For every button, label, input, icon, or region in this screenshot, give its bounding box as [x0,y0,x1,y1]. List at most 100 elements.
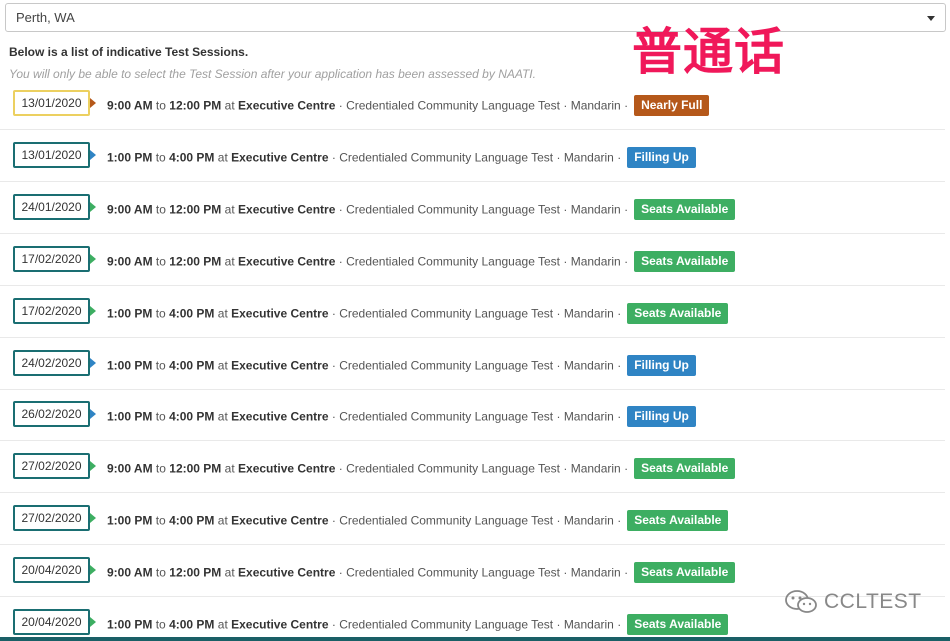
session-row[interactable]: 17/02/2020 1:00 PM to 4:00 PM at Executiv… [0,286,945,338]
caret-down-icon [927,16,935,21]
status-badge: Seats Available [634,562,736,584]
separator-dot: · [331,358,336,373]
session-date: 13/01/2020 [21,147,82,162]
session-venue: Executive Centre [238,461,336,476]
session-test-name: Credentialed Community Language Test [346,461,561,476]
status-badge: Seats Available [627,302,729,324]
session-language: Mandarin [570,461,621,476]
session-date: 17/02/2020 [21,251,82,266]
session-venue: Executive Centre [231,358,329,373]
session-row[interactable]: 27/02/2020 9:00 AM to 12:00 PM at Executi… [0,441,945,494]
pointer-arrow-icon [90,305,96,316]
session-venue: Executive Centre [231,410,329,425]
session-date-badge[interactable]: 13/01/2020 [13,141,96,168]
separator-dot: · [338,254,343,269]
session-to-label: to [155,513,166,528]
session-details: 1:00 PM to 4:00 PM at Executive Centre ·… [107,510,729,532]
session-details: 1:00 PM to 4:00 PM at Executive Centre ·… [107,302,729,325]
session-venue: Executive Centre [231,513,329,528]
session-language: Mandarin [570,254,621,269]
session-date: 13/01/2020 [21,96,82,110]
session-language: Mandarin [570,202,621,217]
session-to-label: to [155,202,166,217]
session-date: 17/02/2020 [21,303,82,318]
session-date-badge[interactable]: 27/02/2020 [13,453,96,480]
separator-dot: · [617,358,622,373]
session-to-label: to [155,254,166,269]
separator-dot: · [338,202,343,217]
separator-dot: · [556,306,561,321]
session-to-label: to [155,410,166,425]
wechat-icon [785,590,817,613]
status-badge: Nearly Full [634,95,710,116]
session-at-label: at [224,98,235,113]
session-date: 20/04/2020 [21,563,82,578]
session-test-name: Credentialed Community Language Test [346,565,561,580]
pointer-arrow-icon [90,98,96,108]
session-row[interactable]: 24/02/2020 1:00 PM to 4:00 PM at Executiv… [0,338,945,390]
session-date-badge[interactable]: 17/02/2020 [13,297,96,324]
session-start-time: 1:00 PM [107,410,153,425]
pointer-arrow-icon [90,149,96,160]
session-date: 27/02/2020 [21,511,82,526]
session-date-badge[interactable]: 24/01/2020 [13,193,96,220]
session-details: 1:00 PM to 4:00 PM at Executive Centre ·… [107,406,696,428]
status-badge: Seats Available [634,458,736,480]
session-row[interactable]: 24/01/2020 9:00 AM to 12:00 PM at Executi… [0,182,945,234]
session-venue: Executive Centre [231,306,329,321]
session-end-time: 4:00 PM [169,410,215,425]
session-details: 1:00 PM to 4:00 PM at Executive Centre ·… [107,354,696,377]
status-badge: Seats Available [634,250,736,272]
session-date-badge[interactable]: 13/01/2020 [13,90,96,116]
separator-dot: · [617,513,622,528]
separator-dot: · [624,98,629,113]
session-to-label: to [155,565,166,580]
session-details: 9:00 AM to 12:00 PM at Executive Centre … [107,250,736,273]
session-to-label: to [155,306,166,321]
separator-dot: · [624,565,629,580]
session-test-name: Credentialed Community Language Test [346,98,561,113]
session-date-badge[interactable]: 27/02/2020 [13,505,96,532]
status-badge: Seats Available [627,510,729,532]
session-date: 24/01/2020 [21,199,82,214]
session-details: 1:00 PM to 4:00 PM at Executive Centre ·… [107,614,729,636]
separator-dot: · [556,410,561,425]
session-venue: Executive Centre [238,202,336,217]
bottom-bar [0,637,950,641]
session-at-label: at [217,617,228,632]
session-row[interactable]: 27/02/2020 1:00 PM to 4:00 PM at Executiv… [0,493,945,546]
pointer-arrow-icon [90,253,96,264]
session-details: 9:00 AM to 12:00 PM at Executive Centre … [107,562,736,584]
separator-dot: · [563,202,568,217]
session-at-label: at [224,202,235,217]
session-to-label: to [155,358,166,373]
separator-dot: · [338,98,343,113]
session-date-badge[interactable]: 20/04/2020 [13,557,96,584]
pointer-arrow-icon [90,461,96,472]
session-date-badge[interactable]: 17/02/2020 [13,245,96,272]
status-badge: Seats Available [634,198,736,220]
location-select[interactable]: Perth, WA [5,3,946,32]
session-row[interactable]: 26/02/2020 1:00 PM to 4:00 PM at Executiv… [0,389,945,442]
session-date-badge[interactable]: 20/04/2020 [13,609,96,635]
session-start-time: 1:00 PM [107,150,153,165]
session-start-time: 9:00 AM [107,254,153,269]
session-row[interactable]: 17/02/2020 9:00 AM to 12:00 PM at Executi… [0,234,945,286]
session-details: 9:00 AM to 12:00 PM at Executive Centre … [107,198,736,221]
session-date-badge[interactable]: 26/02/2020 [13,401,96,428]
session-row[interactable]: 13/01/2020 1:00 PM to 4:00 PM at Executiv… [0,130,945,182]
separator-dot: · [556,358,561,373]
pointer-arrow-icon [90,565,96,576]
session-end-time: 4:00 PM [169,358,215,373]
session-date-badge[interactable]: 24/02/2020 [13,349,96,376]
status-badge: Filling Up [627,406,696,428]
session-language: Mandarin [563,617,614,632]
pointer-arrow-icon [90,357,96,368]
separator-dot: · [331,513,336,528]
session-at-label: at [217,358,228,373]
session-language: Mandarin [563,306,614,321]
session-start-time: 9:00 AM [107,202,153,217]
status-badge: Filling Up [627,354,696,376]
separator-dot: · [563,254,568,269]
session-row[interactable]: 13/01/2020 9:00 AM to 12:00 PM at Executi… [0,78,945,130]
